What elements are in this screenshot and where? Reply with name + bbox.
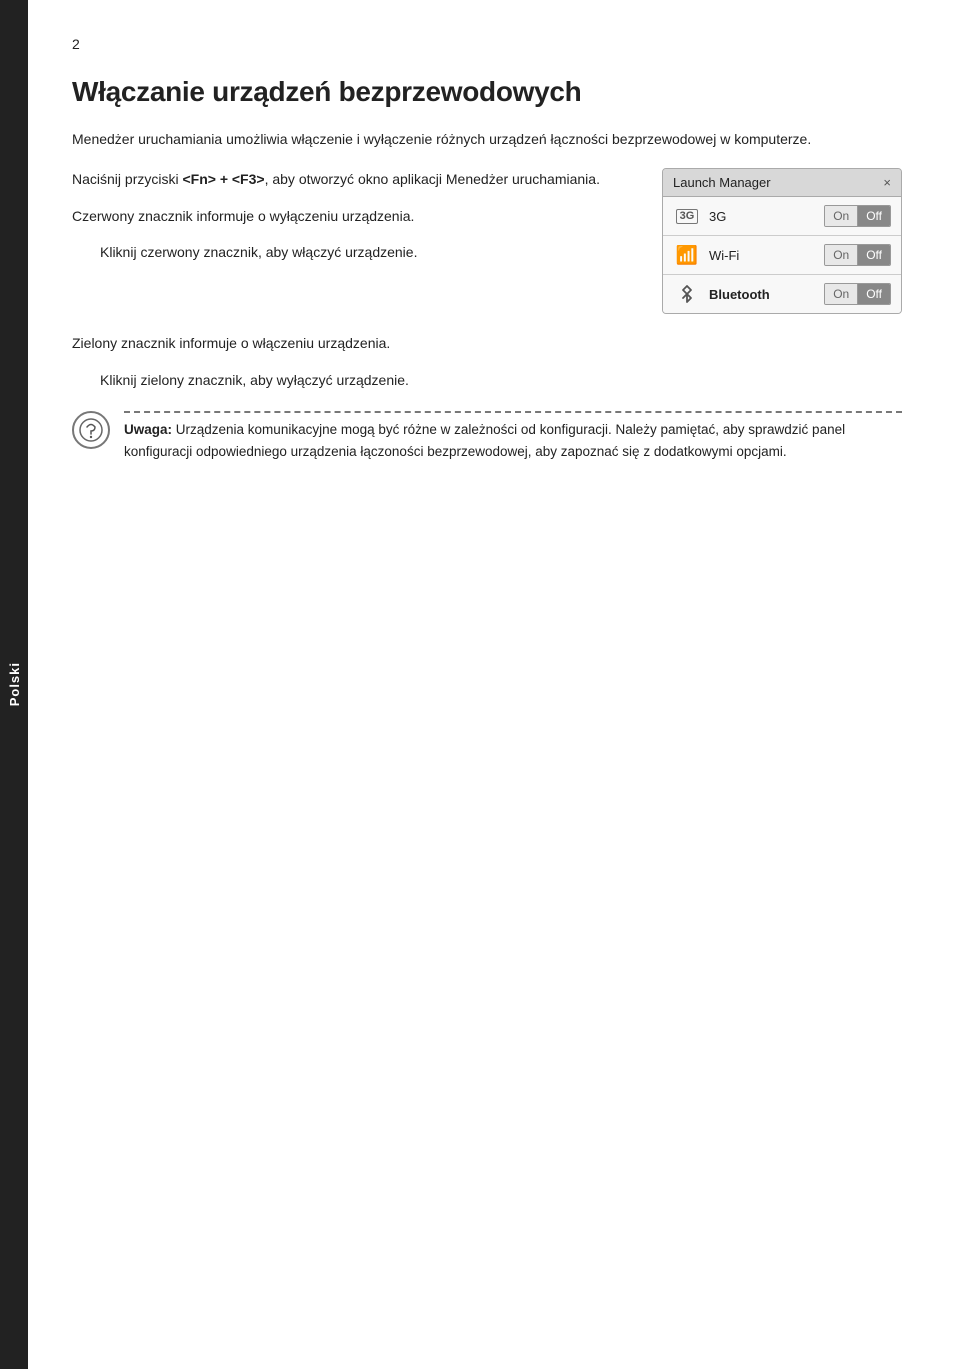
lm-row-wifi: 📶 Wi-Fi On Off bbox=[663, 236, 901, 275]
dashed-divider bbox=[124, 411, 902, 413]
para3-indented: Kliknij zielony znacznik, aby wyłączyć u… bbox=[100, 369, 902, 391]
text-column: Naciśnij przyciski <Fn> + <F3>, aby otwo… bbox=[72, 168, 632, 314]
wifi-label: Wi-Fi bbox=[709, 248, 824, 263]
3g-on-button[interactable]: On bbox=[825, 206, 858, 226]
lm-row-3g: 3G 3G On Off bbox=[663, 197, 901, 236]
note-icon bbox=[72, 411, 110, 449]
fn-key-text: <Fn> + <F3> bbox=[182, 171, 264, 187]
wifi-on-button[interactable]: On bbox=[825, 245, 858, 265]
launch-manager-panel: Launch Manager × 3G 3G On Off bbox=[662, 168, 902, 314]
bluetooth-off-button[interactable]: Off bbox=[858, 284, 890, 304]
page-number: 2 bbox=[72, 36, 902, 52]
main-content: 2 Włączanie urządzeń bezprzewodowych Men… bbox=[28, 0, 954, 1369]
lm-titlebar: Launch Manager × bbox=[663, 169, 901, 197]
note-label: Uwaga: bbox=[124, 422, 172, 437]
note-icon-wrap bbox=[72, 411, 110, 449]
para1-text: Naciśnij przyciski <Fn> + <F3>, aby otwo… bbox=[72, 168, 632, 190]
note-text: Uwaga: Urządzenia komunikacyjne mogą być… bbox=[124, 419, 902, 462]
bluetooth-label: Bluetooth bbox=[709, 287, 824, 302]
lm-close-button[interactable]: × bbox=[883, 176, 891, 189]
lm-title: Launch Manager bbox=[673, 175, 771, 190]
note-body: Urządzenia komunikacyjne mogą być różne … bbox=[124, 422, 845, 459]
para3-text: Zielony znacznik informuje o włączeniu u… bbox=[72, 332, 902, 354]
para2-indented: Kliknij czerwony znacznik, aby włączyć u… bbox=[100, 241, 632, 263]
sidebar-label: Polski bbox=[7, 662, 22, 706]
wifi-icon: 📶 bbox=[673, 244, 701, 266]
bluetooth-on-button[interactable]: On bbox=[825, 284, 858, 304]
bluetooth-icon bbox=[673, 283, 701, 305]
sidebar-tab: Polski bbox=[0, 0, 28, 1369]
page-container: Polski 2 Włączanie urządzeń bezprzewodow… bbox=[0, 0, 954, 1369]
intro-paragraph: Menedżer uruchamiania umożliwia włączeni… bbox=[72, 128, 902, 150]
3g-icon: 3G bbox=[673, 205, 701, 227]
wifi-toggle[interactable]: On Off bbox=[824, 244, 891, 266]
para2-text: Czerwony znacznik informuje o wyłączeniu… bbox=[72, 205, 632, 227]
3g-off-button[interactable]: Off bbox=[858, 206, 890, 226]
note-right: Uwaga: Urządzenia komunikacyjne mogą być… bbox=[124, 411, 902, 462]
3g-toggle[interactable]: On Off bbox=[824, 205, 891, 227]
content-row: Naciśnij przyciski <Fn> + <F3>, aby otwo… bbox=[72, 168, 902, 314]
note-section: Uwaga: Urządzenia komunikacyjne mogą być… bbox=[72, 411, 902, 462]
page-title: Włączanie urządzeń bezprzewodowych bbox=[72, 76, 902, 108]
lm-row-bluetooth: Bluetooth On Off bbox=[663, 275, 901, 313]
wifi-off-button[interactable]: Off bbox=[858, 245, 890, 265]
launch-manager-window: Launch Manager × 3G 3G On Off bbox=[662, 168, 902, 314]
3g-label: 3G bbox=[709, 209, 824, 224]
bluetooth-toggle[interactable]: On Off bbox=[824, 283, 891, 305]
